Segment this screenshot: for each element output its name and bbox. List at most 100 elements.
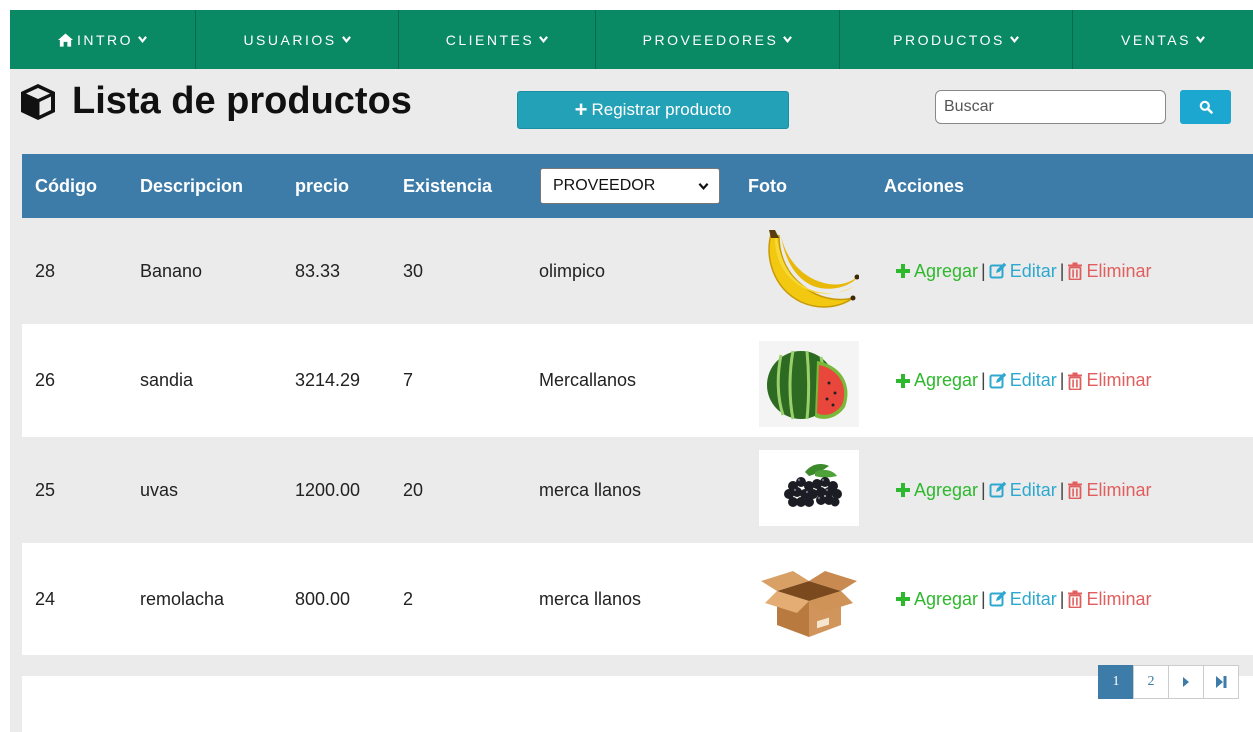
delete-action[interactable]: Eliminar <box>1067 370 1151 391</box>
plus-icon <box>896 592 910 606</box>
trash-icon <box>1068 590 1083 608</box>
edit-action-label: Editar <box>1009 588 1057 609</box>
page-title: Lista de productos <box>18 80 412 123</box>
nav-label: CLIENTES <box>445 31 535 48</box>
proveedor-select-value: PROVEEDOR <box>553 177 656 194</box>
add-action-label: Agregar <box>914 588 979 609</box>
add-action-label: Agregar <box>914 370 979 390</box>
column-header-codigo: Código <box>35 175 97 196</box>
edit-icon <box>989 590 1007 607</box>
trash-icon <box>1068 481 1083 499</box>
edit-action[interactable]: Editar <box>989 261 1057 282</box>
caret-right-icon <box>1183 677 1189 687</box>
cell-precio: 3214.29 <box>295 370 361 390</box>
row-actions: Agregar | Editar | Eliminar <box>895 218 1151 324</box>
cell-codigo: 25 <box>35 479 56 500</box>
cell-existencia: 7 <box>403 370 414 390</box>
nav-item-ventas[interactable]: VENTAS <box>1073 10 1253 69</box>
edit-action-label: Editar <box>1009 370 1057 390</box>
table-row: 28 Banano 83.33 30 olimpico Agregar | Ed… <box>22 218 1253 324</box>
nav-label: VENTAS <box>1121 31 1191 48</box>
separator: | <box>981 370 986 390</box>
column-header-existencia: Existencia <box>403 175 493 196</box>
table-footer <box>22 676 1253 732</box>
search-button[interactable] <box>1180 90 1231 124</box>
chevron-down-icon <box>138 36 147 44</box>
column-header-foto: Foto <box>748 175 787 196</box>
add-action[interactable]: Agregar <box>895 589 978 610</box>
watermelon-image <box>759 341 859 427</box>
search-input[interactable] <box>935 90 1166 124</box>
cell-existencia: 2 <box>403 588 414 609</box>
cell-descripcion: uvas <box>140 479 179 500</box>
pagination: 1 2 <box>1098 665 1239 699</box>
cell-proveedor: olimpico <box>539 260 606 281</box>
edit-icon <box>989 481 1007 498</box>
cell-proveedor: merca llanos <box>539 588 642 609</box>
cell-existencia: 30 <box>403 260 424 281</box>
table-row: 26 sandia 3214.29 7 Mercallanos Agregar … <box>22 324 1253 437</box>
nav-item-usuarios[interactable]: USUARIOS <box>196 10 399 69</box>
search-icon <box>1199 100 1213 114</box>
delete-action[interactable]: Eliminar <box>1067 589 1151 610</box>
separator: | <box>1059 370 1065 390</box>
cell-codigo: 28 <box>35 260 56 281</box>
last-page-icon <box>1215 676 1226 688</box>
register-product-button[interactable]: + Registrar producto <box>517 91 789 129</box>
plus-icon <box>896 373 910 388</box>
proveedor-filter-select[interactable]: PROVEEDOR <box>540 168 720 204</box>
row-actions: Agregar | Editar | Eliminar <box>895 324 1151 437</box>
nav-item-intro[interactable]: INTRO <box>10 10 196 69</box>
column-header-descripcion: Descripcion <box>140 175 244 196</box>
add-action-label: Agregar <box>914 260 979 281</box>
add-action[interactable]: Agregar <box>895 261 978 282</box>
cell-descripcion: Banano <box>140 260 203 281</box>
delete-action-label: Eliminar <box>1086 260 1152 281</box>
edit-icon <box>989 262 1007 279</box>
next-page-button[interactable] <box>1168 665 1204 699</box>
plus-icon <box>896 264 910 278</box>
page-title-text: Lista de productos <box>72 80 412 122</box>
separator: | <box>1059 479 1065 500</box>
delete-action-label: Eliminar <box>1086 588 1152 609</box>
cell-existencia: 20 <box>403 479 424 500</box>
separator: | <box>1059 588 1065 609</box>
separator: | <box>981 588 986 609</box>
page-button-1[interactable]: 1 <box>1098 665 1134 699</box>
cell-proveedor: merca llanos <box>539 479 642 500</box>
register-product-label: Registrar producto <box>591 100 732 119</box>
edit-action-label: Editar <box>1009 479 1057 500</box>
table-row: 25 uvas 1200.00 20 merca llanos Agregar … <box>22 437 1253 543</box>
nav-item-proveedores[interactable]: PROVEEDORES <box>596 10 840 69</box>
column-header-precio: precio <box>295 175 350 196</box>
nav-label: INTRO <box>76 31 134 48</box>
home-icon <box>57 32 73 47</box>
edit-action[interactable]: Editar <box>989 589 1057 610</box>
cell-codigo: 26 <box>35 370 56 390</box>
cell-descripcion: sandia <box>140 370 194 390</box>
delete-action[interactable]: Eliminar <box>1067 261 1151 282</box>
plus-icon <box>896 483 910 497</box>
nav-item-clientes[interactable]: CLIENTES <box>399 10 596 69</box>
cell-precio: 1200.00 <box>295 479 361 500</box>
chevron-down-icon <box>1009 36 1019 44</box>
separator: | <box>981 479 986 500</box>
column-header-acciones: Acciones <box>884 175 965 196</box>
edit-action-label: Editar <box>1009 260 1057 281</box>
edit-icon <box>989 372 1007 388</box>
edit-action[interactable]: Editar <box>989 370 1057 391</box>
delete-action-label: Eliminar <box>1086 479 1152 500</box>
add-action[interactable]: Agregar <box>895 480 978 501</box>
row-actions: Agregar | Editar | Eliminar <box>895 437 1151 543</box>
last-page-button[interactable] <box>1203 665 1239 699</box>
nav-label: PRODUCTOS <box>893 31 1005 48</box>
page-button-2[interactable]: 2 <box>1133 665 1169 699</box>
chevron-down-icon <box>539 36 549 44</box>
delete-action[interactable]: Eliminar <box>1067 480 1151 501</box>
cell-descripcion: remolacha <box>140 588 225 609</box>
nav-label: USUARIOS <box>243 31 337 48</box>
edit-action[interactable]: Editar <box>989 480 1057 501</box>
trash-icon <box>1068 372 1083 390</box>
nav-item-productos[interactable]: PRODUCTOS <box>840 10 1073 69</box>
add-action[interactable]: Agregar <box>895 370 978 391</box>
